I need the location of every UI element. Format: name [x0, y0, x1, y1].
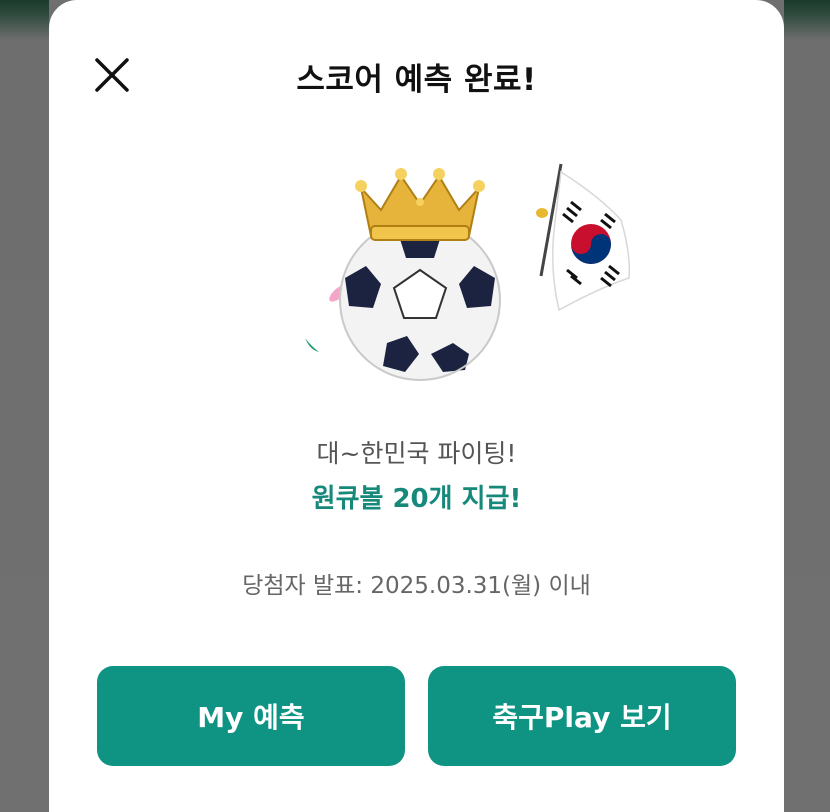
backdrop-left	[0, 0, 49, 812]
cheer-message: 대~한민국 파이팅!	[316, 439, 517, 468]
modal-title: 스코어 예측 완료!	[296, 62, 537, 98]
confetti-green	[305, 338, 319, 352]
trophy-ball-illustration: 1Q	[269, 158, 639, 388]
confetti-gold	[536, 208, 548, 218]
backdrop-right	[784, 0, 830, 812]
my-prediction-button[interactable]: My 예측	[97, 666, 405, 766]
reward-message: 원큐볼 20개 지급!	[311, 484, 522, 514]
winner-announcement: 당첨자 발표: 2025.03.31(월) 이내	[242, 573, 591, 599]
ball-logo-text: 1Q	[403, 285, 437, 310]
soccer-play-button[interactable]: 축구Play 보기	[428, 666, 736, 766]
prediction-complete-modal: 스코어 예측 완료! 1Q 대~한민국 파이팅! 원큐볼 20개 지급! 당첨자…	[49, 0, 784, 812]
